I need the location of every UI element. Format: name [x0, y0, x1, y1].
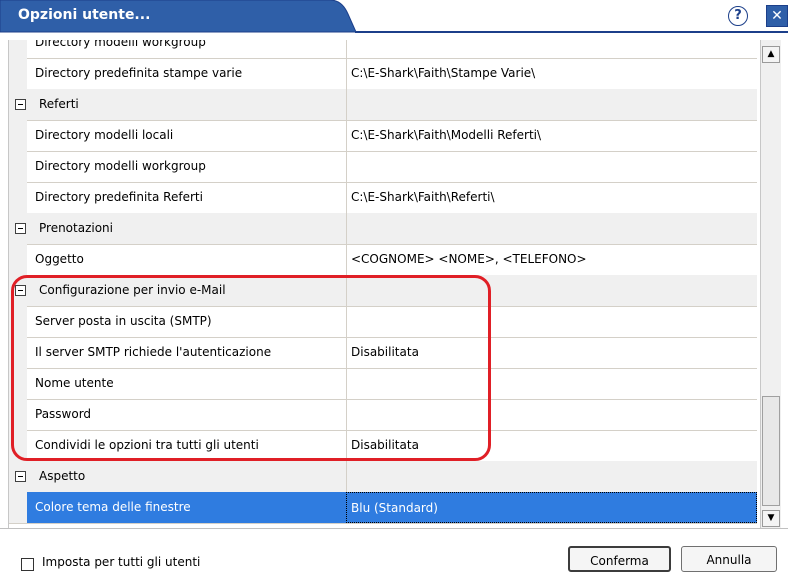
category-label: Prenotazioni [39, 221, 113, 235]
category-row[interactable]: Prenotazioni [9, 213, 757, 245]
row-gutter [9, 120, 27, 151]
property-name: Directory modelli workgroup [35, 40, 206, 49]
property-value[interactable]: C:\E-Shark\Faith\Referti\ [346, 182, 757, 213]
row-gutter [9, 244, 27, 275]
property-value[interactable]: <COGNOME> <NOME>, <TELEFONO> [346, 244, 757, 275]
property-row[interactable]: Oggetto <COGNOME> <NOME>, <TELEFONO> [9, 244, 757, 276]
property-name: Colore tema delle finestre [27, 492, 346, 523]
property-name: Directory predefinita Referti [35, 190, 203, 204]
set-for-all-users-label: Imposta per tutti gli utenti [42, 555, 201, 569]
row-gutter [9, 151, 27, 182]
property-value[interactable] [346, 151, 757, 182]
scroll-thumb[interactable] [762, 396, 780, 506]
confirm-button[interactable]: Conferma [568, 546, 671, 572]
property-row[interactable]: Colore tema delle finestre Blu (Standard) [9, 492, 757, 524]
property-row[interactable]: Directory modelli locali C:\E-Shark\Faith… [9, 120, 757, 152]
row-gutter [9, 58, 27, 89]
row-gutter [9, 182, 27, 213]
category-label: Referti [39, 97, 79, 111]
footer-divider [0, 528, 788, 529]
collapse-icon[interactable] [15, 223, 26, 234]
close-icon[interactable]: ✕ [766, 5, 788, 27]
collapse-icon[interactable] [15, 471, 26, 482]
set-for-all-users-checkbox[interactable] [21, 558, 34, 571]
property-name: Directory predefinita stampe varie [35, 66, 243, 80]
scroll-up-icon[interactable]: ▲ [762, 46, 780, 63]
property-value [346, 213, 757, 244]
vertical-scrollbar[interactable]: ▲ ▼ [760, 40, 781, 528]
property-row[interactable]: Directory modelli workgroup [9, 40, 757, 59]
property-value[interactable]: C:\E-Shark\Faith\Modelli Referti\ [346, 120, 757, 151]
property-value[interactable]: Blu (Standard) [346, 492, 757, 523]
property-row[interactable]: Directory modelli workgroup [9, 151, 757, 183]
property-row[interactable]: Directory predefinita Referti C:\E-Shark\… [9, 182, 757, 214]
property-name: Oggetto [35, 252, 84, 266]
property-value[interactable]: C:\E-Shark\Faith\Stampe Varie\ [346, 58, 757, 89]
window-title: Opzioni utente... [18, 7, 151, 23]
help-icon[interactable]: ? [728, 6, 748, 26]
property-name: Directory modelli workgroup [35, 159, 206, 173]
category-row[interactable]: Referti [9, 89, 757, 121]
property-value [346, 89, 757, 120]
title-divider [355, 31, 788, 33]
email-config-highlight [11, 275, 491, 461]
property-value [346, 461, 757, 492]
cancel-button[interactable]: Annulla [681, 546, 777, 572]
row-gutter [9, 492, 27, 523]
category-row[interactable]: Aspetto [9, 461, 757, 493]
row-gutter [9, 40, 27, 58]
title-bar: Opzioni utente... ? ✕ [0, 0, 788, 40]
property-value[interactable] [346, 40, 757, 58]
property-name: Directory modelli locali [35, 128, 174, 142]
collapse-icon[interactable] [15, 99, 26, 110]
title-tab: Opzioni utente... [0, 0, 360, 33]
property-row[interactable]: Directory predefinita stampe varie C:\E-S… [9, 58, 757, 90]
category-label: Aspetto [39, 469, 86, 483]
scroll-down-icon[interactable]: ▼ [762, 510, 780, 527]
